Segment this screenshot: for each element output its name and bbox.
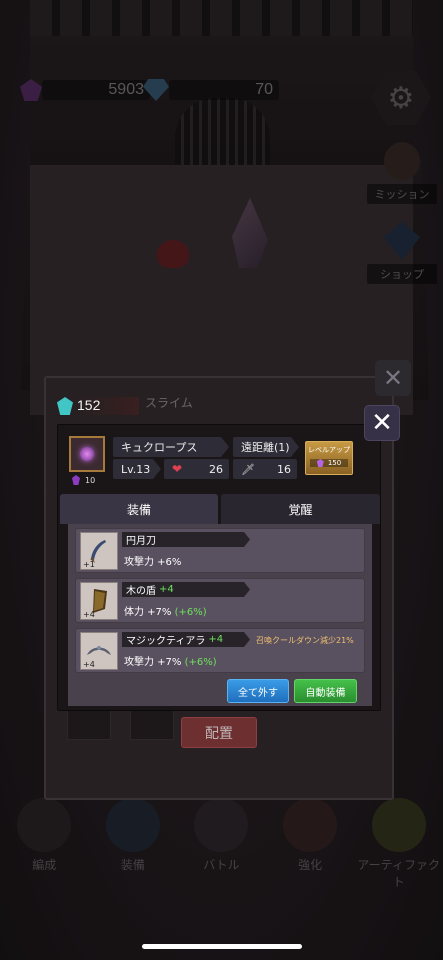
background-card: [130, 706, 174, 740]
home-indicator[interactable]: [142, 944, 302, 949]
equipment-stat: 攻撃力 +7% (+6%): [124, 653, 217, 668]
character-range: 遠距離(1): [233, 437, 299, 457]
tab-equipment[interactable]: 装備: [60, 494, 218, 524]
equipment-extra-effect: 召喚クールダウン減少21%: [256, 636, 354, 645]
equipment-bonus-text: (+6%): [184, 657, 217, 668]
tiara-icon: +4: [80, 632, 118, 670]
cyan-gem-icon: [57, 397, 73, 415]
scimitar-icon: +1: [80, 532, 118, 570]
equipment-plus-level: +4: [208, 634, 224, 645]
character-name: キュクロープス: [113, 437, 229, 457]
character-level-text: Lv.13: [121, 462, 151, 476]
equipment-slot-accessory[interactable]: +4 マジックティアラ +4 召喚クールダウン減少21% 攻撃力 +7% (+6…: [75, 628, 365, 673]
magic-orb-icon: [80, 447, 94, 461]
equipment-stat-text: 攻撃力 +7%: [124, 657, 182, 668]
close-icon[interactable]: ✕: [375, 360, 411, 396]
equipment-plus-level: +4: [159, 584, 174, 595]
equipment-name: 木の盾 +4: [122, 582, 250, 597]
auto-equip-button[interactable]: 自動装備: [294, 679, 357, 703]
icon-plus-level: +1: [83, 560, 95, 569]
level-up-cost-value: 150: [327, 459, 342, 467]
level-up-label: レベルアップ: [308, 446, 350, 454]
equipment-stat-text: 攻撃力 +6%: [124, 557, 182, 568]
icon-plus-level: +4: [83, 660, 95, 669]
summon-cost: 10: [72, 475, 95, 485]
equipment-stat: 攻撃力 +6%: [124, 553, 181, 568]
close-icon: ✕: [371, 408, 393, 438]
character-portrait: [69, 436, 105, 472]
wooden-shield-icon: +4: [80, 582, 118, 620]
level-up-button[interactable]: レベルアップ 150: [305, 441, 353, 475]
tab-awakening[interactable]: 覚醒: [221, 494, 380, 524]
equipment-name-text: 木の盾: [126, 586, 156, 597]
character-range-text: 遠距離(1): [241, 441, 290, 454]
background-card: [67, 706, 111, 740]
equipment-name: マジックティアラ +4: [122, 632, 250, 647]
equipment-stat: 体力 +7% (+6%): [124, 603, 207, 618]
deploy-button[interactable]: 配置: [181, 717, 257, 748]
equipment-name: 円月刀: [122, 532, 250, 547]
summon-cost-value: 10: [85, 475, 96, 485]
equipment-bonus-text: (+6%): [174, 607, 207, 618]
equipment-tabs: 装備 覚醒: [60, 494, 380, 524]
equipment-name-text: 円月刀: [126, 536, 156, 547]
purple-gem-icon: [316, 459, 324, 467]
icon-plus-level: +4: [83, 610, 95, 619]
character-attack: 🗡 16: [233, 459, 297, 479]
character-hp-value: 26: [209, 462, 223, 476]
unequip-all-button[interactable]: 全て外す: [227, 679, 289, 703]
equipment-stat-text: 体力 +7%: [124, 607, 172, 618]
popup-gem-counter: 152: [57, 397, 139, 415]
heart-icon: ❤: [172, 462, 183, 476]
popup-gem-value: 152: [77, 397, 101, 413]
purple-gem-icon: [72, 475, 80, 485]
equipment-name-text: マジックティアラ: [126, 636, 206, 647]
character-name-text: キュクロープス: [121, 441, 198, 454]
character-hp: ❤ 26: [164, 459, 229, 479]
character-level: Lv.13: [113, 459, 161, 479]
sword-icon: 🗡: [241, 462, 255, 476]
equipment-slot-weapon[interactable]: +1 円月刀 攻撃力 +6%: [75, 528, 365, 573]
close-popup-button[interactable]: ✕: [364, 405, 400, 441]
character-attack-value: 16: [277, 462, 291, 476]
equipment-slot-shield[interactable]: +4 木の盾 +4 体力 +7% (+6%): [75, 578, 365, 623]
level-up-cost: 150: [310, 459, 348, 467]
background-unit-name: スライム: [145, 396, 193, 410]
